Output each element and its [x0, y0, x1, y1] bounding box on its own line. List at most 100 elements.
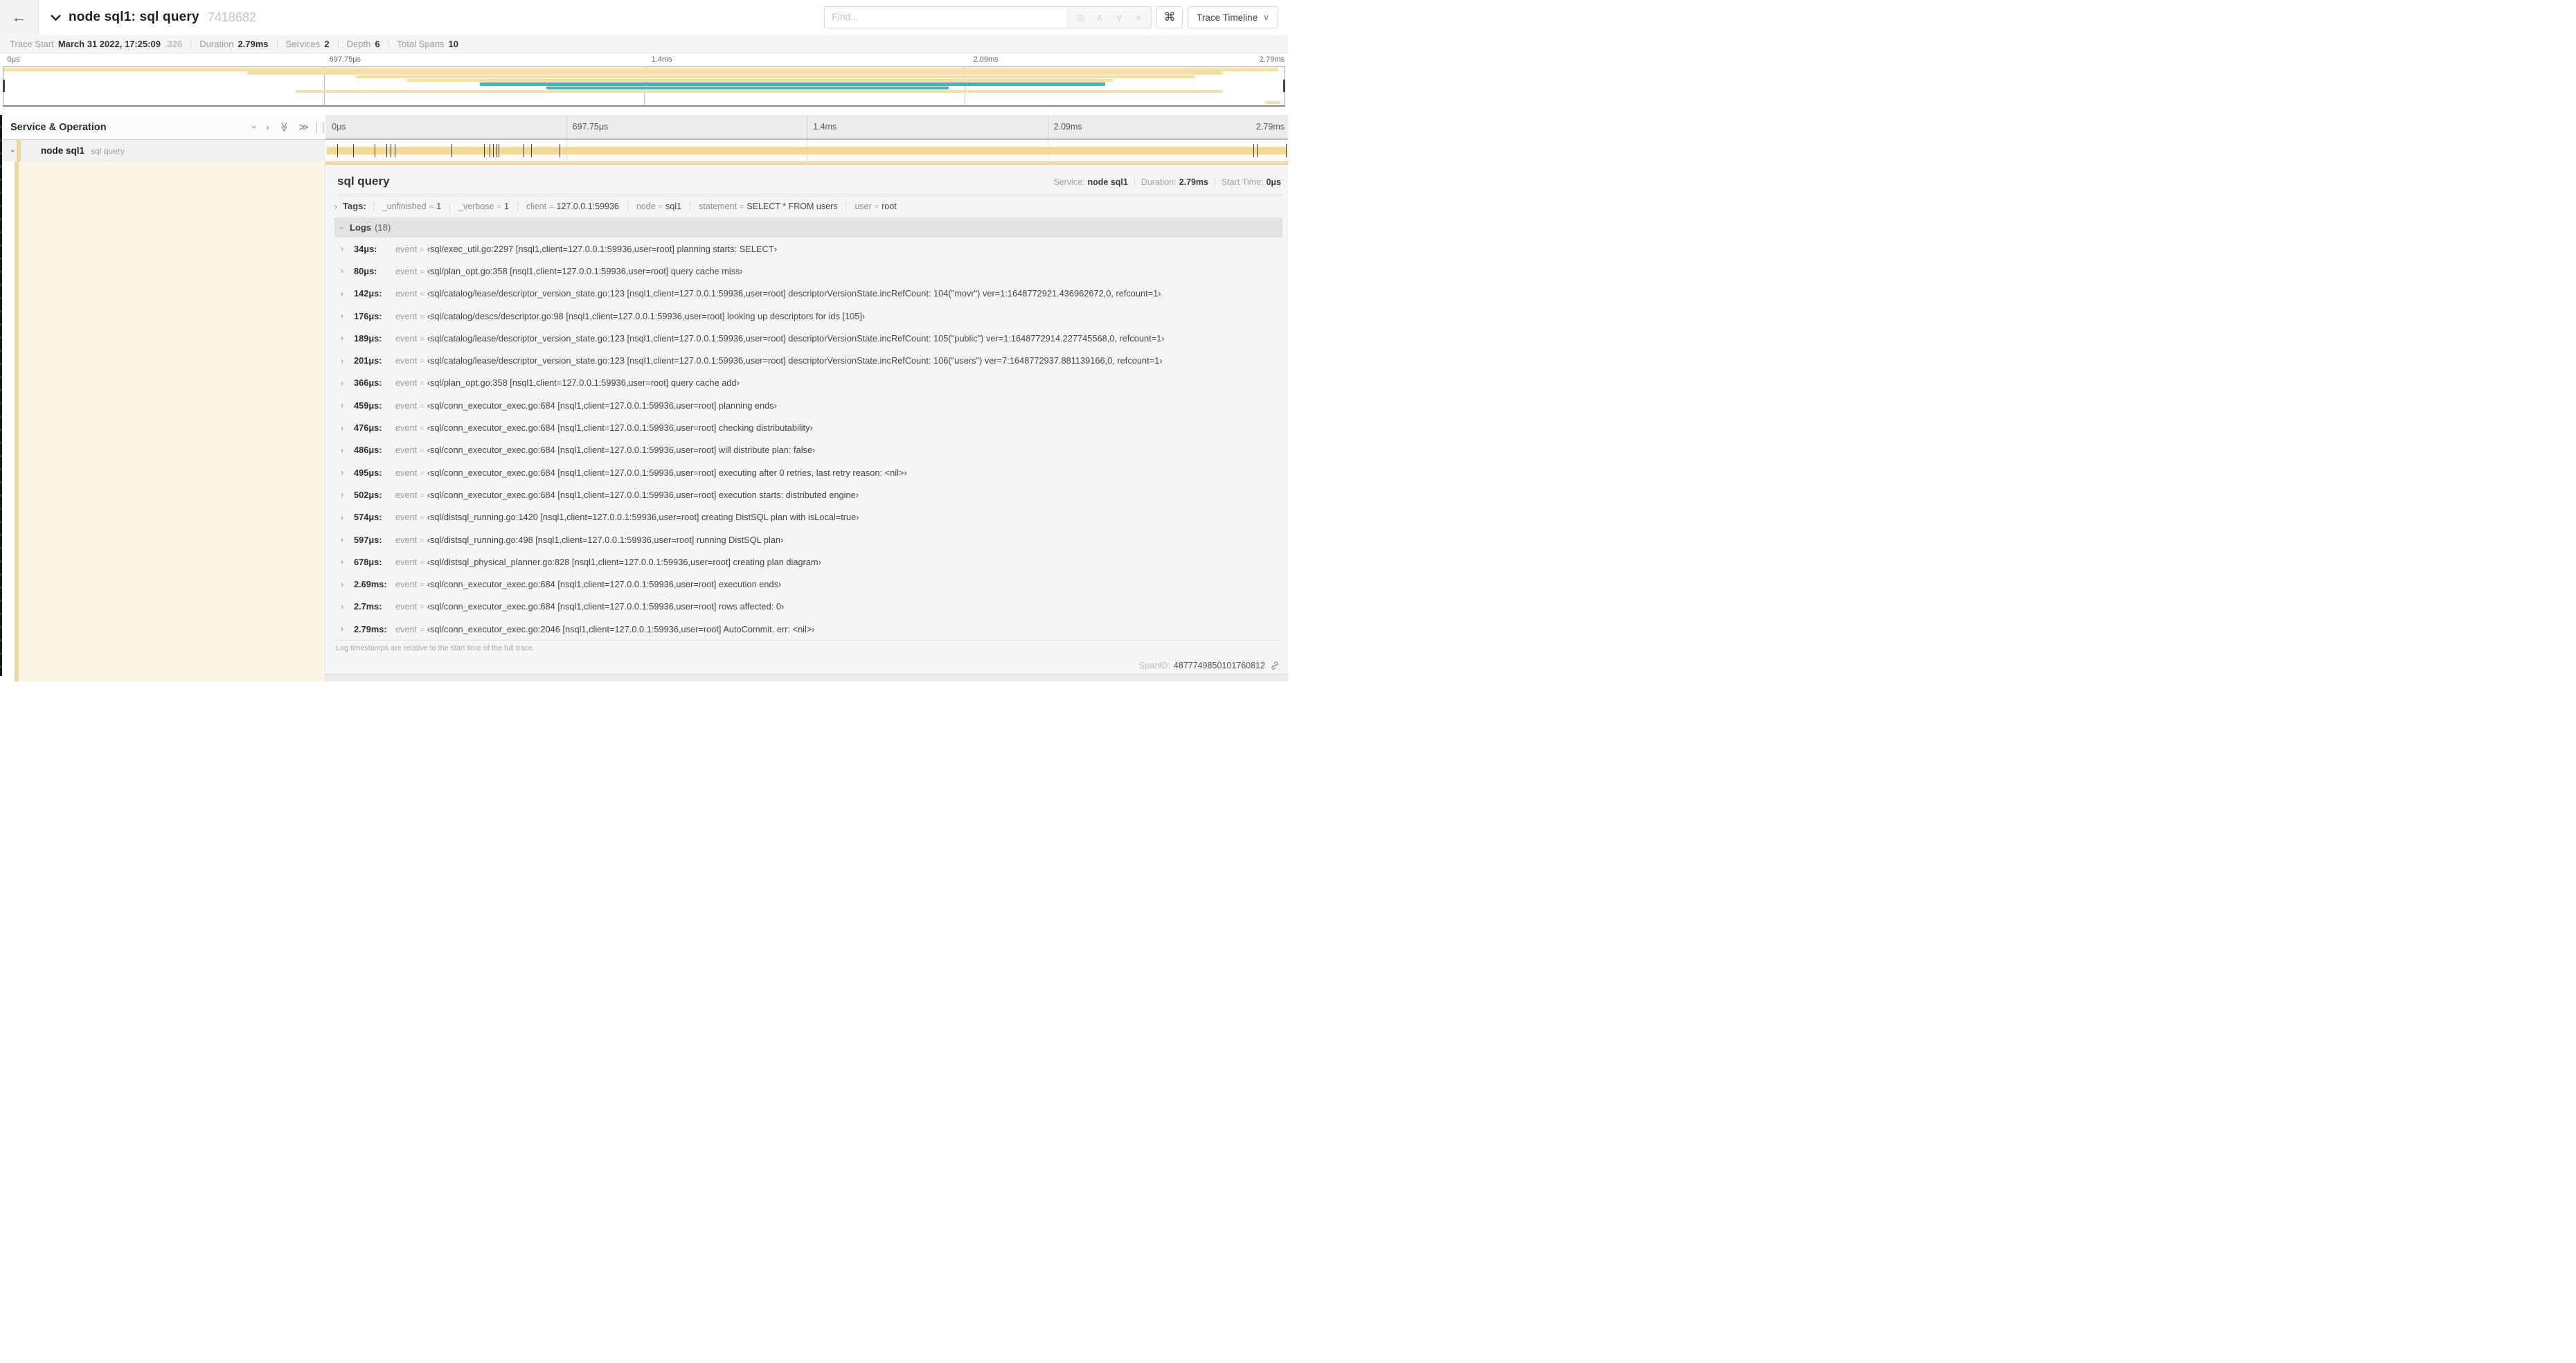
- stat-label: Services: [286, 39, 321, 49]
- log-row[interactable]: ›176μs:event=‹sql/catalog/descs/descript…: [334, 305, 1282, 327]
- log-expand-chevron-icon[interactable]: ›: [341, 244, 348, 253]
- log-row[interactable]: ›495μs:event=‹sql/conn_executor_exec.go:…: [334, 461, 1282, 483]
- tag-equals: =: [740, 203, 744, 211]
- minimap-left-drag-handle[interactable]: [3, 80, 5, 92]
- log-event-equals: =: [420, 246, 424, 254]
- timeline-tick-label: 2.09ms: [1054, 122, 1082, 132]
- log-event: event=‹sql/conn_executor_exec.go:684 [ns…: [395, 601, 784, 612]
- log-row[interactable]: ›142μs:event=‹sql/catalog/lease/descript…: [334, 283, 1282, 305]
- log-expand-chevron-icon[interactable]: ›: [341, 490, 348, 499]
- log-expand-chevron-icon[interactable]: ›: [341, 624, 348, 634]
- logs-header[interactable]: › Logs (18): [334, 217, 1282, 238]
- log-expand-chevron-icon[interactable]: ›: [341, 467, 348, 477]
- log-row[interactable]: ›80μs:event=‹sql/plan_opt.go:358 [nsql1,…: [334, 260, 1282, 282]
- focus-match-icon[interactable]: ◎: [1071, 12, 1090, 24]
- log-expand-chevron-icon[interactable]: ›: [341, 289, 348, 299]
- log-expand-chevron-icon[interactable]: ›: [341, 513, 348, 522]
- minimap-span-bar: [1265, 101, 1280, 105]
- log-row[interactable]: ›502μs:event=‹sql/conn_executor_exec.go:…: [334, 483, 1282, 506]
- tag-item[interactable]: _unfinished=1: [373, 202, 449, 211]
- log-event: event=‹sql/distsql_running.go:498 [nsql1…: [395, 535, 783, 545]
- tags-expand-chevron-icon[interactable]: ›: [334, 202, 337, 211]
- stat-divider: [388, 39, 389, 48]
- stat-services: Services2: [286, 39, 330, 49]
- clear-search-icon[interactable]: ×: [1129, 12, 1148, 23]
- log-row[interactable]: ›2.79ms:event=‹sql/conn_executor_exec.go…: [334, 618, 1282, 640]
- log-event-key: event: [395, 244, 417, 254]
- log-expand-chevron-icon[interactable]: ›: [341, 602, 348, 612]
- log-event-key: event: [395, 377, 417, 388]
- trace-view-select[interactable]: Trace Timeline ∨: [1188, 6, 1278, 28]
- minimap-canvas[interactable]: [3, 66, 1285, 107]
- log-expand-chevron-icon[interactable]: ›: [341, 423, 348, 433]
- tags-row[interactable]: › Tags: _unfinished=1_verbose=1client=12…: [325, 195, 1288, 216]
- trace-timeline-page: ← node sql1: sql query 7418682 ◎ ∧ ∨ × ⌘: [0, 0, 1288, 682]
- log-row[interactable]: ›366μs:event=‹sql/plan_opt.go:358 [nsql1…: [334, 372, 1282, 394]
- next-result-icon[interactable]: ∨: [1109, 12, 1129, 24]
- log-row[interactable]: ›597μs:event=‹sql/distsql_running.go:498…: [334, 528, 1282, 551]
- log-row[interactable]: ›201μs:event=‹sql/catalog/lease/descript…: [334, 349, 1282, 371]
- service-accent-bar: [17, 140, 21, 161]
- log-row[interactable]: ›2.7ms:event=‹sql/conn_executor_exec.go:…: [334, 596, 1282, 618]
- log-row[interactable]: ›189μs:event=‹sql/catalog/lease/descript…: [334, 327, 1282, 349]
- log-event-key: event: [395, 333, 417, 344]
- log-expand-chevron-icon[interactable]: ›: [341, 378, 348, 388]
- tag-item[interactable]: node=sql1: [627, 202, 690, 211]
- log-expand-chevron-icon[interactable]: ›: [341, 311, 348, 321]
- tag-item[interactable]: user=root: [846, 202, 904, 211]
- log-event-value: ‹sql/conn_executor_exec.go:684 [nsql1,cl…: [427, 490, 859, 500]
- log-row[interactable]: ›34μs:event=‹sql/exec_util.go:2297 [nsql…: [334, 238, 1282, 260]
- minimap-span-bar: [546, 87, 949, 90]
- find-box: ◎ ∧ ∨ ×: [824, 6, 1152, 28]
- log-expand-chevron-icon[interactable]: ›: [341, 333, 348, 343]
- operation-name: sql query: [91, 146, 125, 156]
- log-marker-tick: [531, 144, 532, 157]
- log-expand-chevron-icon[interactable]: ›: [341, 557, 348, 567]
- tag-key: _unfinished: [382, 202, 427, 211]
- find-input[interactable]: [825, 7, 1067, 26]
- tags-label: Tags:: [343, 201, 366, 211]
- log-row[interactable]: ›678μs:event=‹sql/distsql_physical_plann…: [334, 551, 1282, 573]
- log-row[interactable]: ›2.69ms:event=‹sql/conn_executor_exec.go…: [334, 573, 1282, 595]
- tag-item[interactable]: statement=SELECT * FROM users: [690, 202, 846, 211]
- log-timestamp: 476μs:: [354, 422, 390, 433]
- log-expand-chevron-icon[interactable]: ›: [341, 580, 348, 589]
- collapse-trace-chevron-icon[interactable]: [50, 14, 62, 21]
- duration-value: 2.79ms: [1179, 177, 1208, 187]
- column-resizer-handle[interactable]: [316, 122, 324, 133]
- log-row[interactable]: ›476μs:event=‹sql/conn_executor_exec.go:…: [334, 416, 1282, 438]
- minimap-right-drag-handle[interactable]: [1283, 80, 1285, 92]
- log-row[interactable]: ›486μs:event=‹sql/conn_executor_exec.go:…: [334, 439, 1282, 461]
- tag-value: root: [882, 202, 897, 211]
- log-row[interactable]: ›574μs:event=‹sql/distsql_running.go:142…: [334, 506, 1282, 528]
- log-expand-chevron-icon[interactable]: ›: [341, 356, 348, 366]
- span-duration-bar[interactable]: [327, 147, 1287, 154]
- span-row-timeline[interactable]: [325, 140, 1288, 161]
- stat-value-suffix: .326: [165, 39, 182, 49]
- collapse-one-icon[interactable]: ›: [249, 125, 260, 129]
- log-expand-chevron-icon[interactable]: ›: [341, 400, 348, 410]
- deep-link-icon[interactable]: [1270, 661, 1280, 670]
- log-event-key: event: [395, 355, 417, 366]
- back-arrow-icon: ←: [12, 8, 27, 26]
- log-event-value: ‹sql/conn_executor_exec.go:684 [nsql1,cl…: [427, 579, 782, 589]
- expand-one-icon[interactable]: ›: [266, 121, 269, 133]
- log-expand-chevron-icon[interactable]: ›: [341, 535, 348, 544]
- log-event-key: event: [395, 490, 417, 500]
- collapse-all-icon[interactable]: ≫: [278, 122, 290, 132]
- logs-collapse-chevron-icon[interactable]: ›: [337, 226, 347, 229]
- log-expand-chevron-icon[interactable]: ›: [341, 266, 348, 276]
- span-row-service[interactable]: › node sql1 sql query: [2, 140, 325, 161]
- tag-item[interactable]: client=127.0.0.1:59936: [517, 202, 627, 211]
- prev-result-icon[interactable]: ∧: [1090, 12, 1109, 24]
- log-row[interactable]: ›459μs:event=‹sql/conn_executor_exec.go:…: [334, 394, 1282, 416]
- log-event: event=‹sql/plan_opt.go:358 [nsql1,client…: [395, 377, 740, 388]
- expand-all-icon[interactable]: ≫: [298, 121, 309, 133]
- keyboard-shortcuts-button[interactable]: ⌘: [1156, 6, 1183, 28]
- back-button[interactable]: ←: [0, 0, 39, 35]
- log-expand-chevron-icon[interactable]: ›: [341, 445, 348, 455]
- duration-label: Duration:: [1141, 177, 1177, 187]
- span-detail-header: sql query Service: node sql1 Duration: 2…: [325, 165, 1288, 195]
- log-rows: ›34μs:event=‹sql/exec_util.go:2297 [nsql…: [334, 238, 1282, 640]
- tag-item[interactable]: _verbose=1: [449, 202, 517, 211]
